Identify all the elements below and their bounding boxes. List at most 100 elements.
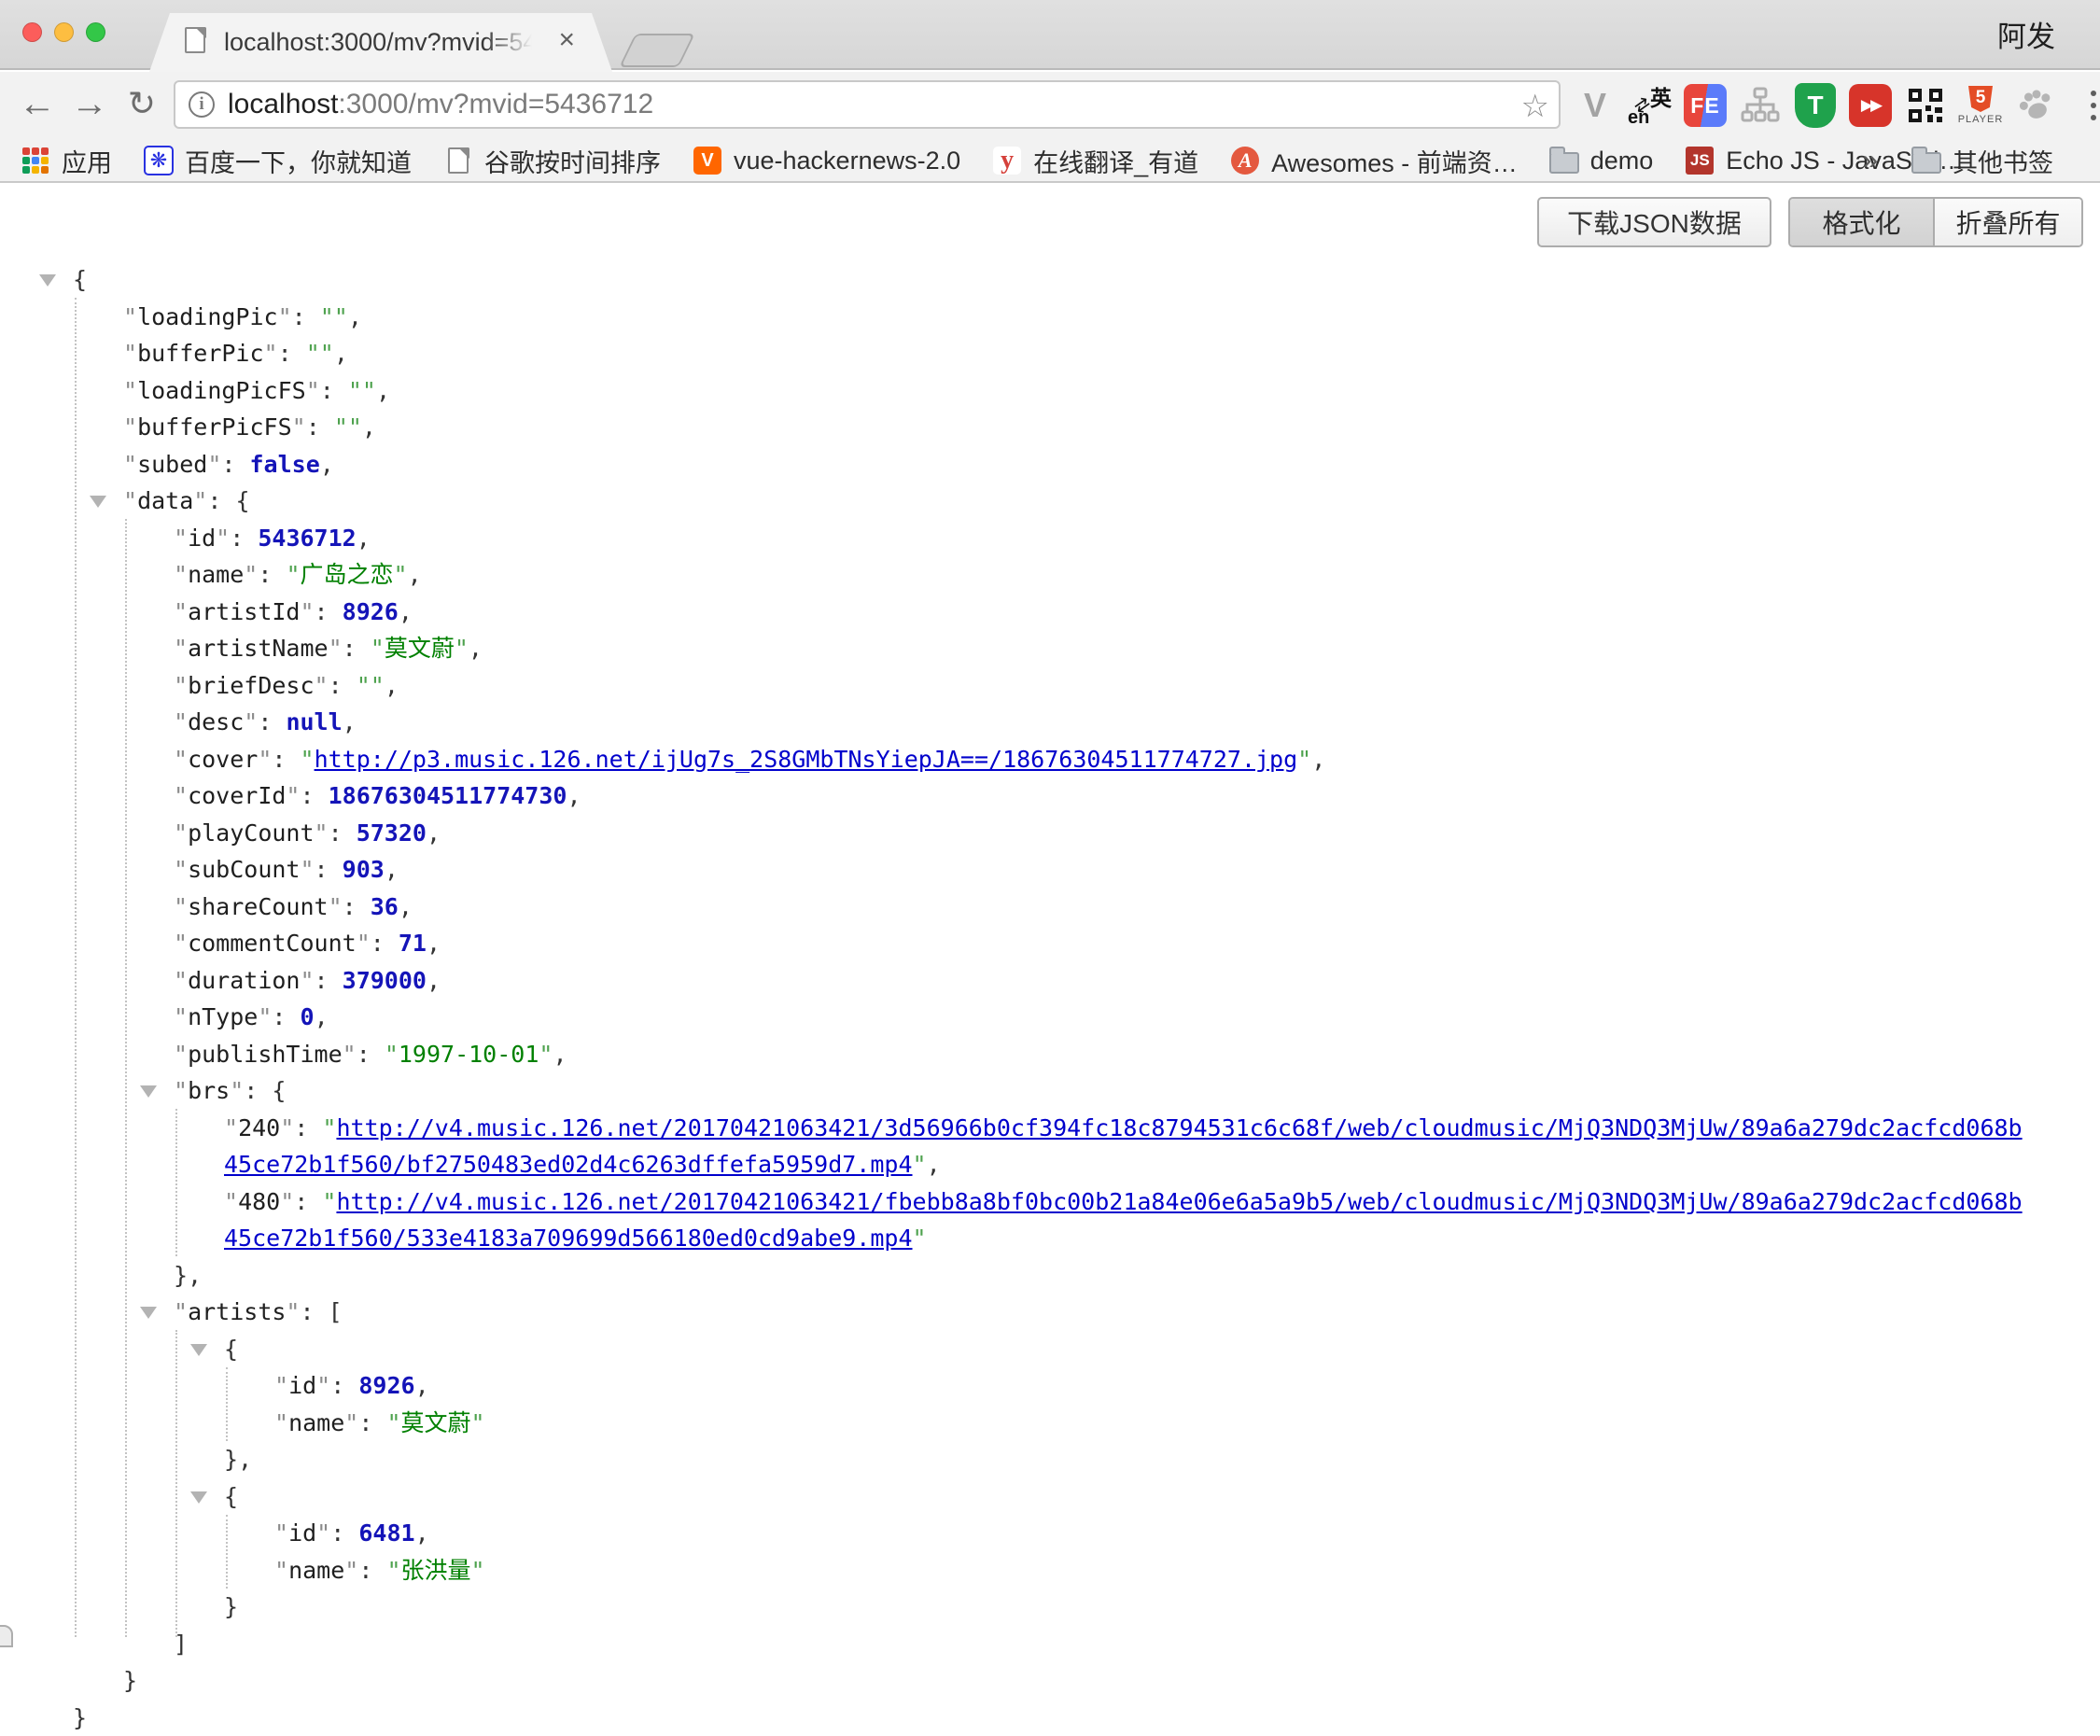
json-string-value: 莫文蔚	[385, 635, 455, 662]
json-punctuation: ,	[427, 819, 441, 847]
json-punctuation: :	[294, 1114, 322, 1141]
json-literal-value: 36	[371, 893, 399, 920]
bookmark-star-icon[interactable]: ☆	[1521, 88, 1549, 125]
bookmark-item[interactable]: Vvue-hackernews-2.0	[693, 143, 960, 179]
window-minimize-button[interactable]	[54, 22, 74, 42]
html5-player-icon[interactable]: 5 PLAYER	[1957, 79, 2004, 132]
vue-devtools-icon[interactable]: V	[1572, 79, 1618, 132]
window-maximize-button[interactable]	[86, 22, 105, 42]
json-line: "shareCount": 36,	[0, 889, 1975, 926]
menu-dots-icon[interactable]	[2067, 79, 2100, 132]
json-quote: "	[274, 1557, 288, 1584]
json-quote: "	[280, 1114, 294, 1141]
bookmark-item[interactable]: AAwesomes - 前端资…	[1230, 143, 1518, 179]
json-punctuation: :	[358, 1557, 386, 1584]
collapse-all-button[interactable]: 折叠所有	[1933, 199, 2081, 245]
json-key: name	[188, 561, 244, 588]
json-link[interactable]: http://v4.music.126.net/20170421063421/3…	[224, 1114, 2023, 1179]
format-button[interactable]: 格式化	[1790, 199, 1933, 245]
json-quote: "	[316, 1519, 330, 1547]
json-key: playCount	[188, 819, 314, 847]
json-quote: "	[207, 451, 221, 478]
bookmark-label: 应用	[62, 143, 112, 179]
translate-icon[interactable]: 英 ⇄ en	[1627, 79, 1673, 132]
json-key: subCount	[188, 856, 300, 883]
tab-close-icon[interactable]: ×	[558, 24, 575, 56]
json-quote: "	[344, 1409, 358, 1436]
collapse-toggle-icon[interactable]	[140, 1085, 157, 1098]
json-key: bufferPic	[137, 340, 263, 367]
bookmarks-bar: 应用 ❋百度一下，你就知道谷歌按时间排序 Vvue-hackernews-2.0 y在…	[0, 140, 2100, 183]
json-key: briefDesc	[188, 672, 314, 699]
back-button[interactable]: ←	[11, 77, 63, 130]
address-bar[interactable]: i localhost:3000/mv?mvid=5436712 ☆	[174, 80, 1561, 129]
json-key: loadingPicFS	[137, 377, 306, 404]
folder-icon	[1549, 146, 1579, 175]
awesomes-icon: A	[1230, 146, 1260, 175]
url-text: localhost:3000/mv?mvid=5436712	[228, 89, 653, 120]
json-quote: "	[224, 1188, 238, 1215]
json-punctuation: }	[123, 1667, 137, 1694]
download-json-button[interactable]: 下载JSON数据	[1537, 197, 1771, 247]
fast-forward-icon[interactable]: ▶▶	[1847, 79, 1894, 132]
page-icon	[443, 146, 473, 175]
bookmarks-overflow-chevron-icon[interactable]: »	[1862, 145, 1878, 176]
vue-icon: V	[693, 146, 722, 175]
view-mode-segmented-control: 格式化 折叠所有	[1788, 197, 2083, 247]
json-punctuation: :	[329, 819, 357, 847]
json-line: "brs": {	[0, 1072, 1975, 1110]
paw-icon[interactable]	[2012, 79, 2059, 132]
json-quote: "	[274, 1519, 288, 1547]
json-punctuation: ,	[415, 1519, 429, 1547]
bookmark-item[interactable]: y在线翻译_有道	[992, 143, 1198, 179]
fe-icon[interactable]: FE	[1682, 79, 1729, 132]
json-punctuation: ,	[927, 1151, 941, 1178]
bookmark-item[interactable]: demo	[1549, 143, 1654, 179]
json-link[interactable]: http://v4.music.126.net/20170421063421/f…	[224, 1188, 2023, 1253]
json-punctuation: :	[292, 303, 320, 330]
json-punctuation: :	[221, 451, 249, 478]
json-link[interactable]: http://p3.music.126.net/ijUg7s_2S8GMbTNs…	[315, 746, 1298, 773]
url-path: :3000/mv?mvid=5436712	[338, 89, 653, 119]
sitemap-icon[interactable]	[1737, 79, 1784, 132]
json-quote: "	[174, 525, 188, 552]
collapse-toggle-icon[interactable]	[190, 1344, 207, 1356]
profile-name[interactable]: 阿发	[1997, 13, 2055, 55]
json-line: "name": "张洪量"	[0, 1552, 2076, 1589]
json-quote: "	[174, 930, 188, 957]
json-key: shareCount	[188, 893, 329, 920]
bookmark-label: 百度一下，你就知道	[185, 143, 412, 179]
json-line: "loadingPicFS": "",	[0, 372, 1925, 410]
collapse-toggle-icon[interactable]	[190, 1491, 207, 1504]
qr-code-icon[interactable]	[1902, 79, 1949, 132]
collapse-toggle-icon[interactable]	[39, 274, 56, 287]
bookmark-item[interactable]: 谷歌按时间排序	[443, 143, 661, 179]
json-quote: "	[386, 1409, 400, 1436]
t-shield-icon[interactable]: T	[1792, 79, 1839, 132]
json-key: name	[288, 1409, 344, 1436]
reload-button[interactable]: ↻	[116, 77, 168, 130]
json-key: commentCount	[188, 930, 357, 957]
window-close-button[interactable]	[22, 22, 42, 42]
collapse-toggle-icon[interactable]	[140, 1307, 157, 1319]
json-key: brs	[188, 1077, 230, 1104]
json-literal-value: 903	[343, 856, 385, 883]
json-line: "bufferPic": "",	[0, 335, 1925, 372]
new-tab-button[interactable]	[619, 34, 695, 67]
json-punctuation: ,	[385, 856, 399, 883]
json-key: data	[137, 487, 193, 514]
other-bookmarks-folder[interactable]: 其他书签	[1911, 143, 2053, 179]
page-info-icon[interactable]: i	[189, 91, 215, 118]
json-string-value: 张洪量	[401, 1557, 471, 1584]
bookmark-item[interactable]: ❋百度一下，你就知道	[144, 143, 412, 179]
js-icon: JS	[1685, 146, 1715, 175]
forward-button[interactable]: →	[63, 77, 116, 130]
json-punctuation: ,	[343, 708, 357, 735]
json-quote: "	[174, 1077, 188, 1104]
browser-tab[interactable]: localhost:3000/mv?mvid=543 ×	[149, 13, 612, 72]
json-quote: "	[1297, 746, 1311, 773]
collapse-toggle-icon[interactable]	[90, 496, 106, 508]
json-line: "bufferPicFS": "",	[0, 409, 1925, 446]
json-punctuation: ]	[174, 1631, 188, 1658]
bookmark-item[interactable]: 应用	[21, 143, 112, 179]
